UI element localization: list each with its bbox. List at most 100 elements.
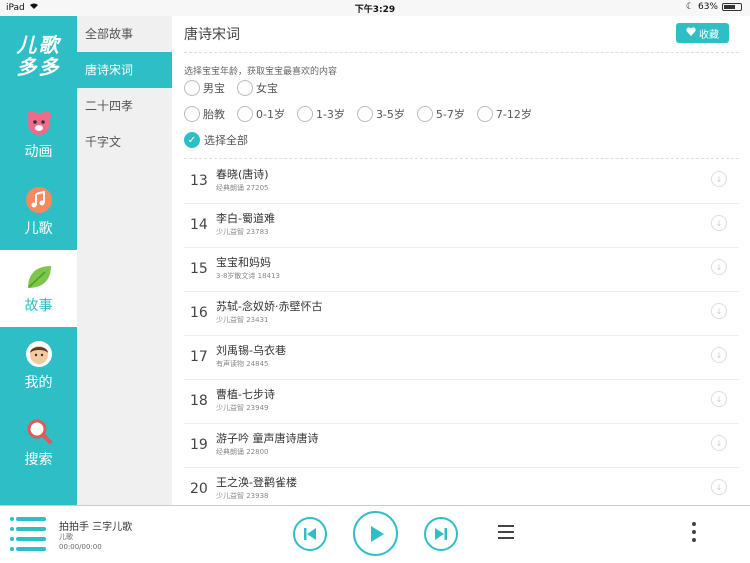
download-icon[interactable]: ↓ — [711, 435, 727, 451]
heart-icon — [686, 27, 696, 39]
item-number: 14 — [190, 217, 208, 233]
item-subtitle: 少儿益智 23949 — [216, 404, 269, 412]
main-content: 唐诗宋词 收藏 选择宝宝年龄，获取宝宝最喜欢的内容 男宝 女宝 胎教 0-1岁 … — [172, 16, 750, 512]
option-age-1-3[interactable]: 1-3岁 — [296, 106, 345, 122]
item-number: 13 — [190, 173, 208, 189]
search-icon — [25, 417, 53, 445]
gender-options: 男宝 女宝 — [184, 80, 290, 96]
nav-item-stories[interactable]: 故事 — [0, 250, 77, 327]
now-playing-title: 拍拍手 三字儿歌 — [59, 522, 133, 533]
list-item[interactable]: 19 游子吟 童声唐诗唐诗 经典朗诵 22800 ↓ — [184, 424, 739, 468]
player-bar: 拍拍手 三字儿歌 儿歌 00:00/00:00 — [0, 505, 750, 563]
radio-icon — [184, 80, 200, 96]
category-list: 全部故事 唐诗宋词 二十四孝 千字文 — [77, 16, 172, 505]
list-item[interactable]: 14 李白-蜀道难 少儿益智 23783 ↓ — [184, 204, 739, 248]
item-title: 李白-蜀道难 — [216, 212, 275, 225]
option-age-0-1[interactable]: 0-1岁 — [237, 106, 285, 122]
radio-icon — [356, 106, 373, 122]
checkmark-icon: ✓ — [184, 132, 200, 148]
category-twenty-four-filial[interactable]: 二十四孝 — [77, 88, 172, 124]
menu-icon[interactable] — [498, 525, 514, 539]
item-title: 游子吟 童声唐诗唐诗 — [216, 432, 319, 445]
option-age-7-12[interactable]: 7-12岁 — [476, 106, 532, 122]
music-note-icon — [25, 186, 53, 214]
radio-icon — [296, 106, 313, 122]
download-icon[interactable]: ↓ — [711, 215, 727, 231]
radio-icon — [476, 106, 493, 122]
favorite-label: 收藏 — [699, 29, 719, 41]
download-icon[interactable]: ↓ — [711, 259, 727, 275]
list-item[interactable]: 18 曹植-七步诗 少儿益智 23949 ↓ — [184, 380, 739, 424]
playback-time: 00:00/00:00 — [59, 543, 102, 551]
radio-icon — [237, 106, 253, 122]
sidebar-nav: 儿歌多多 动画 儿歌 故事 我的 搜索 — [0, 16, 77, 505]
option-prenatal[interactable]: 胎教 — [184, 106, 225, 122]
app-logo[interactable]: 儿歌多多 — [0, 16, 77, 96]
option-boy[interactable]: 男宝 — [184, 80, 225, 96]
item-number: 18 — [190, 393, 208, 409]
item-number: 16 — [190, 305, 208, 321]
list-item[interactable]: 17 刘禹锡-乌衣巷 有声读物 24845 ↓ — [184, 336, 739, 380]
item-subtitle: 少儿益智 23938 — [216, 492, 269, 500]
more-options-icon[interactable] — [692, 522, 698, 546]
list-item[interactable]: 15 宝宝和妈妈 3-8岁散文诗 18413 ↓ — [184, 248, 739, 292]
item-title: 曹植-七步诗 — [216, 388, 275, 401]
item-subtitle: 经典朗诵 22800 — [216, 448, 269, 456]
option-age-3-5[interactable]: 3-5岁 — [356, 106, 405, 122]
age-hint: 选择宝宝年龄，获取宝宝最喜欢的内容 — [184, 67, 338, 77]
download-icon[interactable]: ↓ — [711, 347, 727, 363]
play-icon — [370, 525, 384, 542]
item-subtitle: 3-8岁散文诗 18413 — [216, 272, 280, 280]
item-title: 王之涣-登鹳雀楼 — [216, 476, 297, 489]
now-playing-artist: 儿歌 — [59, 533, 73, 541]
list-item[interactable]: 16 苏轼-念奴娇·赤壁怀古 少儿益智 23431 ↓ — [184, 292, 739, 336]
item-number: 17 — [190, 349, 208, 365]
download-icon[interactable]: ↓ — [711, 171, 727, 187]
status-bar: iPad 下午3:29 ☾ 63% — [0, 0, 750, 16]
item-title: 春晓(唐诗) — [216, 168, 269, 181]
age-options: 胎教 0-1岁 1-3岁 3-5岁 5-7岁 7-12岁 — [184, 106, 544, 122]
category-thousand-characters[interactable]: 千字文 — [77, 124, 172, 160]
favorite-button[interactable]: 收藏 — [676, 23, 729, 43]
bear-icon — [25, 109, 53, 137]
download-icon[interactable]: ↓ — [711, 479, 727, 495]
nav-item-songs[interactable]: 儿歌 — [0, 173, 77, 250]
select-all-row: ✓ 选择全部 — [184, 132, 260, 148]
skip-next-icon — [435, 528, 447, 540]
select-all-option[interactable]: ✓ 选择全部 — [184, 132, 248, 148]
list-item[interactable]: 13 春晓(唐诗) 经典朗诵 27205 ↓ — [184, 160, 739, 204]
item-number: 15 — [190, 261, 208, 277]
nav-item-animation[interactable]: 动画 — [0, 96, 77, 173]
category-tang-song-poems[interactable]: 唐诗宋词 — [77, 52, 172, 88]
category-all-stories[interactable]: 全部故事 — [77, 16, 172, 52]
option-girl[interactable]: 女宝 — [237, 80, 278, 96]
moon-icon: ☾ — [685, 2, 694, 12]
nav-item-search[interactable]: 搜索 — [0, 404, 77, 481]
previous-button[interactable] — [293, 517, 327, 551]
radio-icon — [184, 106, 200, 122]
radio-icon — [237, 80, 253, 96]
leaf-icon — [25, 263, 53, 291]
item-subtitle: 有声读物 24845 — [216, 360, 269, 368]
battery-percent: 63% — [697, 2, 718, 12]
download-icon[interactable]: ↓ — [711, 303, 727, 319]
item-title: 刘禹锡-乌衣巷 — [216, 344, 286, 357]
battery-icon — [722, 3, 742, 11]
item-title: 宝宝和妈妈 — [216, 256, 271, 269]
divider — [184, 52, 739, 53]
page-title: 唐诗宋词 — [184, 27, 240, 43]
option-age-5-7[interactable]: 5-7岁 — [416, 106, 465, 122]
next-button[interactable] — [424, 517, 458, 551]
download-icon[interactable]: ↓ — [711, 391, 727, 407]
item-subtitle: 少儿益智 23431 — [216, 316, 269, 324]
nav-item-mine[interactable]: 我的 — [0, 327, 77, 404]
divider — [184, 158, 739, 159]
playlist-icon[interactable] — [10, 517, 50, 551]
item-number: 19 — [190, 437, 208, 453]
skip-previous-icon — [304, 528, 316, 540]
item-title: 苏轼-念奴娇·赤壁怀古 — [216, 300, 323, 313]
item-number: 20 — [190, 481, 208, 497]
play-button[interactable] — [353, 511, 398, 556]
story-list: 13 春晓(唐诗) 经典朗诵 27205 ↓ 14 李白-蜀道难 少儿益智 23… — [184, 160, 739, 512]
item-subtitle: 经典朗诵 27205 — [216, 184, 269, 192]
